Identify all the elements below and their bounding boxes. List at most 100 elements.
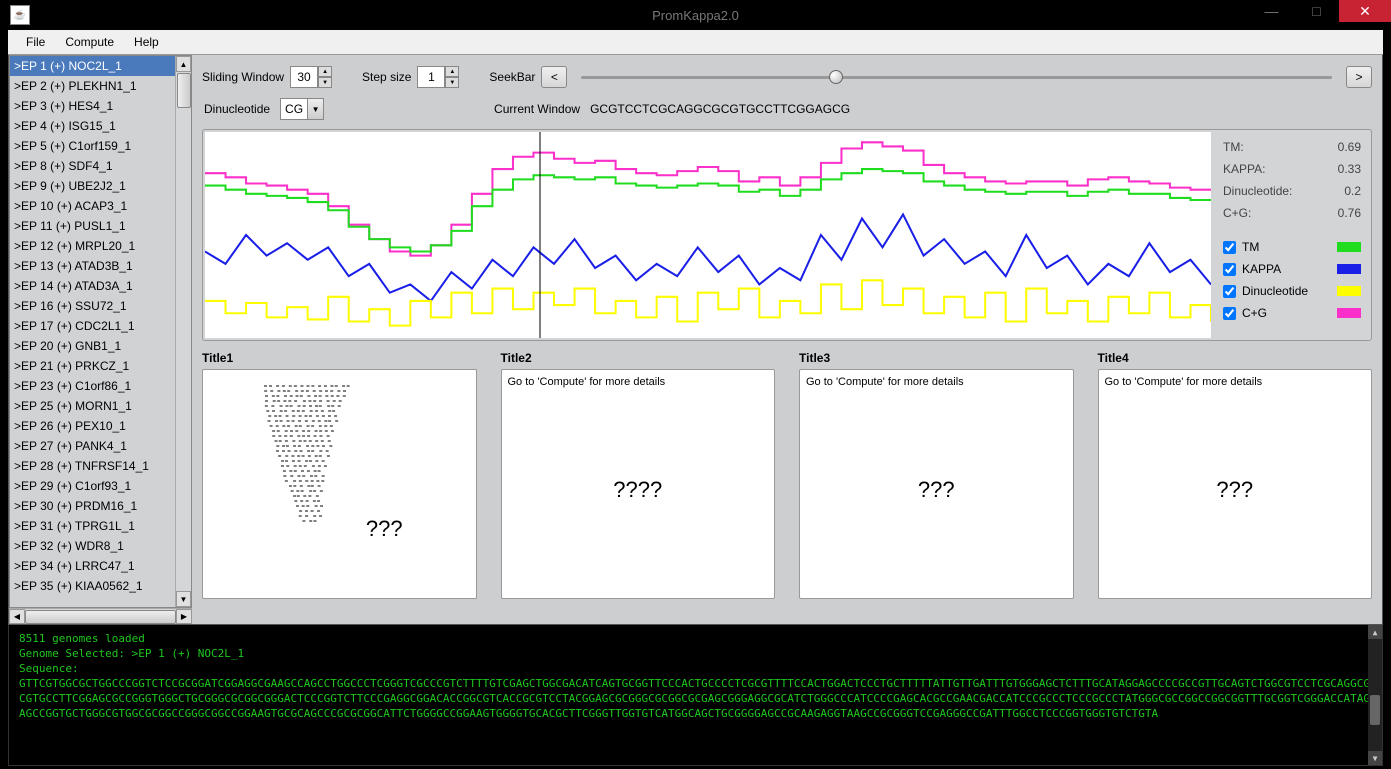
panels-row: Title1 ??? Title2 Go to 'Compute' for mo…	[202, 351, 1372, 599]
list-item[interactable]: >EP 16 (+) SSU72_1	[10, 296, 175, 316]
console-scroll-down-icon[interactable]: ▼	[1368, 751, 1382, 765]
sliding-window-spinner[interactable]: ▲▼	[290, 66, 332, 88]
slider-knob[interactable]	[829, 70, 843, 84]
controls-row-2: Dinucleotide CG ▼ Current Window GCGTCCT…	[202, 95, 1372, 123]
seekbar-label: SeekBar	[489, 70, 535, 84]
legend-kappa-checkbox[interactable]	[1223, 263, 1236, 276]
left-panel: >EP 1 (+) NOC2L_1>EP 2 (+) PLEKHN1_1>EP …	[9, 55, 192, 624]
panel-4-big: ???	[1216, 477, 1253, 503]
panel-1-body[interactable]: ???	[202, 369, 477, 599]
panel-4-body[interactable]: Go to 'Compute' for more details ???	[1098, 369, 1373, 599]
legend-dinuc-checkbox[interactable]	[1223, 285, 1236, 298]
list-item[interactable]: >EP 25 (+) MORN1_1	[10, 396, 175, 416]
title-bar: ☕ PromKappa2.0 — □ ✕	[0, 0, 1391, 30]
list-item[interactable]: >EP 32 (+) WDR8_1	[10, 536, 175, 556]
spin-down-icon[interactable]: ▼	[318, 77, 332, 88]
stat-cg-value: 0.76	[1338, 206, 1361, 220]
stat-kappa-label: KAPPA:	[1223, 162, 1265, 176]
list-item[interactable]: >EP 10 (+) ACAP3_1	[10, 196, 175, 216]
legend-kappa[interactable]: KAPPA	[1223, 262, 1361, 276]
list-item[interactable]: >EP 8 (+) SDF4_1	[10, 156, 175, 176]
chart-sidebar: TM:0.69 KAPPA:0.33 Dinucleotide:0.2 C+G:…	[1213, 130, 1371, 340]
stat-tm-value: 0.69	[1338, 140, 1361, 154]
console-scroll-thumb[interactable]	[1370, 695, 1380, 725]
sequence-list: >EP 1 (+) NOC2L_1>EP 2 (+) PLEKHN1_1>EP …	[9, 55, 192, 608]
scroll-thumb[interactable]	[177, 73, 191, 108]
list-item[interactable]: >EP 4 (+) ISG15_1	[10, 116, 175, 136]
sliding-window-input[interactable]	[290, 66, 318, 88]
list-item[interactable]: >EP 27 (+) PANK4_1	[10, 436, 175, 456]
list-item[interactable]: >EP 29 (+) C1orf93_1	[10, 476, 175, 496]
menu-file[interactable]: File	[16, 32, 55, 52]
list-item[interactable]: >EP 3 (+) HES4_1	[10, 96, 175, 116]
right-panel: Sliding Window ▲▼ Step size ▲▼ SeekBar <…	[192, 55, 1382, 624]
list-item[interactable]: >EP 20 (+) GNB1_1	[10, 336, 175, 356]
window-controls: — □ ✕	[1249, 0, 1391, 22]
legend-cg[interactable]: C+G	[1223, 306, 1361, 320]
dinucleotide-value: CG	[280, 98, 308, 120]
console-scroll-up-icon[interactable]: ▲	[1368, 625, 1382, 639]
legend-tm-checkbox[interactable]	[1223, 241, 1236, 254]
seek-prev-button[interactable]: <	[541, 66, 567, 88]
combo-arrow-icon[interactable]: ▼	[308, 98, 324, 120]
stat-cg-label: C+G:	[1223, 206, 1251, 220]
list-item[interactable]: >EP 28 (+) TNFRSF14_1	[10, 456, 175, 476]
list-horizontal-scrollbar[interactable]: ◀ ▶	[9, 608, 192, 624]
panel-1-big: ???	[299, 516, 470, 542]
legend-kappa-label: KAPPA	[1242, 262, 1281, 276]
spin-up-icon[interactable]: ▲	[445, 66, 459, 77]
spin-down-icon[interactable]: ▼	[445, 77, 459, 88]
stat-tm-label: TM:	[1223, 140, 1244, 154]
dinucleotide-combo[interactable]: CG ▼	[280, 98, 324, 120]
list-item[interactable]: >EP 13 (+) ATAD3B_1	[10, 256, 175, 276]
list-item[interactable]: >EP 11 (+) PUSL1_1	[10, 216, 175, 236]
menu-help[interactable]: Help	[124, 32, 169, 52]
scroll-left-arrow-icon[interactable]: ◀	[9, 609, 25, 624]
list-item[interactable]: >EP 31 (+) TPRG1L_1	[10, 516, 175, 536]
legend-cg-label: C+G	[1242, 306, 1267, 320]
list-item[interactable]: >EP 30 (+) PRDM16_1	[10, 496, 175, 516]
maximize-button[interactable]: □	[1294, 0, 1339, 22]
scroll-right-arrow-icon[interactable]: ▶	[176, 609, 192, 624]
step-size-spinner[interactable]: ▲▼	[417, 66, 459, 88]
legend-dinuc-swatch	[1337, 286, 1361, 296]
chart-canvas[interactable]	[205, 132, 1211, 338]
list-item[interactable]: >EP 21 (+) PRKCZ_1	[10, 356, 175, 376]
panel-3-body[interactable]: Go to 'Compute' for more details ???	[799, 369, 1074, 599]
panel-2-body[interactable]: Go to 'Compute' for more details ????	[501, 369, 776, 599]
window-title: PromKappa2.0	[652, 8, 739, 23]
list-item[interactable]: >EP 14 (+) ATAD3A_1	[10, 276, 175, 296]
scroll-down-arrow-icon[interactable]: ▼	[176, 591, 191, 607]
list-item[interactable]: >EP 17 (+) CDC2L1_1	[10, 316, 175, 336]
console-line: 8511 genomes loaded	[19, 631, 1372, 646]
seek-slider[interactable]	[581, 67, 1332, 87]
dinucleotide-label: Dinucleotide	[204, 102, 270, 116]
legend-dinuc[interactable]: Dinucleotide	[1223, 284, 1361, 298]
console-scrollbar[interactable]: ▲ ▼	[1368, 625, 1382, 765]
list-item[interactable]: >EP 26 (+) PEX10_1	[10, 416, 175, 436]
hscroll-thumb[interactable]	[25, 610, 176, 624]
list-item[interactable]: >EP 1 (+) NOC2L_1	[10, 56, 175, 76]
list-item[interactable]: >EP 23 (+) C1orf86_1	[10, 376, 175, 396]
list-item[interactable]: >EP 34 (+) LRRC47_1	[10, 556, 175, 576]
list-vertical-scrollbar[interactable]: ▲ ▼	[175, 56, 191, 607]
list-scroll-area[interactable]: >EP 1 (+) NOC2L_1>EP 2 (+) PLEKHN1_1>EP …	[10, 56, 175, 607]
seek-next-button[interactable]: >	[1346, 66, 1372, 88]
list-item[interactable]: >EP 35 (+) KIAA0562_1	[10, 576, 175, 596]
panel-3: Title3 Go to 'Compute' for more details …	[799, 351, 1074, 599]
console[interactable]: 8511 genomes loadedGenome Selected: >EP …	[8, 625, 1383, 766]
panel-1: Title1 ???	[202, 351, 477, 599]
list-item[interactable]: >EP 5 (+) C1orf159_1	[10, 136, 175, 156]
step-size-input[interactable]	[417, 66, 445, 88]
list-item[interactable]: >EP 9 (+) UBE2J2_1	[10, 176, 175, 196]
spin-up-icon[interactable]: ▲	[318, 66, 332, 77]
minimize-button[interactable]: —	[1249, 0, 1294, 22]
legend-cg-checkbox[interactable]	[1223, 307, 1236, 320]
menu-compute[interactable]: Compute	[55, 32, 124, 52]
legend-tm-label: TM	[1242, 240, 1259, 254]
list-item[interactable]: >EP 12 (+) MRPL20_1	[10, 236, 175, 256]
list-item[interactable]: >EP 2 (+) PLEKHN1_1	[10, 76, 175, 96]
scroll-up-arrow-icon[interactable]: ▲	[176, 56, 191, 72]
close-button[interactable]: ✕	[1339, 0, 1391, 22]
legend-tm[interactable]: TM	[1223, 240, 1361, 254]
